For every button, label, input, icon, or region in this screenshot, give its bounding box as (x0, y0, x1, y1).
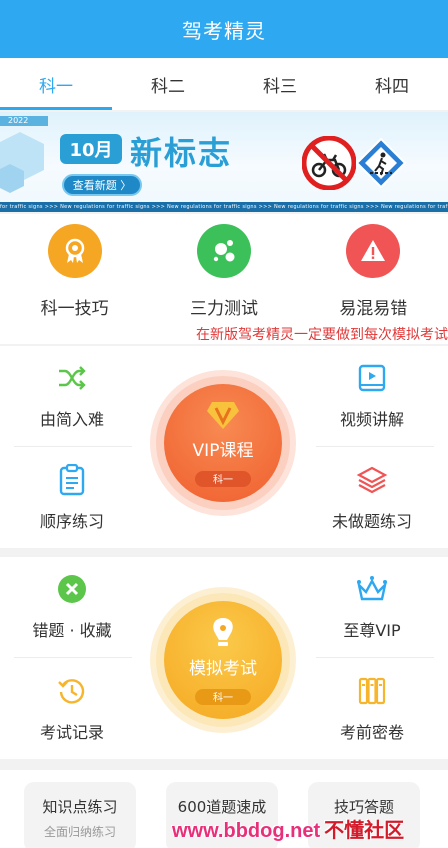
vip-course-subject: 科一 (195, 470, 251, 487)
promo-banner[interactable]: 2022 10月 新标志 查看新题 〉 for traffic signs >>… (0, 112, 448, 212)
supreme-vip-button[interactable]: 至尊VIP (292, 557, 448, 657)
divider (14, 657, 132, 658)
shortcut-confusing-errors[interactable]: 易混易错 (299, 214, 448, 322)
tab-subject-4[interactable]: 科四 (336, 58, 448, 110)
watermark-site: www.bbdog.net (172, 820, 321, 842)
vip-course-disc: VIP课程 科一 (164, 384, 282, 502)
close-circle-icon (56, 573, 88, 605)
bubbles-icon (196, 224, 251, 278)
divider (14, 446, 132, 447)
app-title: 驾考精灵 (0, 0, 448, 58)
announcement-text: 在新版驾考精灵一定要做到每次模拟考试都能过 (196, 327, 448, 343)
mock-exam-subject: 科一 (195, 688, 251, 705)
card-subtitle: 全面归纳练习 (43, 825, 116, 839)
watermark-name: 不懂社区 (324, 820, 405, 842)
pre-exam-papers-button[interactable]: 考前密卷 (292, 659, 448, 759)
cell-label: 至尊VIP (343, 621, 401, 640)
view-new-questions-button[interactable]: 查看新题 〉 (62, 174, 142, 196)
tab-subject-3[interactable]: 科三 (224, 58, 336, 110)
wrong-and-favorites-button[interactable]: 错题 · 收藏 (0, 557, 152, 657)
card-title: 知识点练习 (42, 798, 118, 816)
site-watermark: www.bbdog.net 不懂社区 (172, 814, 404, 843)
shortcut-row: 科一技巧 三力测试 易混易错 (0, 214, 448, 322)
practice-panel: 由简入难 视频讲解 顺序练习 未做题练习 VIP课程 科一 (0, 346, 448, 548)
cell-label: 顺序练习 (39, 512, 104, 531)
tab-subject-1[interactable]: 科一 (0, 58, 112, 110)
layers-icon (356, 464, 388, 496)
shortcut-label: 三力测试 (189, 299, 258, 319)
mock-exam-button[interactable]: 模拟考试 科一 (150, 587, 296, 733)
knowledge-point-card[interactable]: 知识点练习 全面归纳练习 (24, 782, 136, 848)
cell-label: 考试记录 (39, 723, 104, 742)
shortcut-subject1-tips[interactable]: 科一技巧 (0, 214, 149, 322)
easy-to-hard-button[interactable]: 由简入难 (0, 346, 152, 446)
subject-tabs: 科一 科二 科三 科四 (0, 58, 448, 110)
video-explain-button[interactable]: 视频讲解 (292, 346, 448, 446)
shortcut-three-ability-test[interactable]: 三力测试 (149, 214, 298, 322)
video-icon (356, 362, 388, 394)
shortcut-label: 易混易错 (339, 299, 408, 319)
shortcut-label: 科一技巧 (40, 299, 109, 319)
cell-label: 视频讲解 (339, 410, 404, 429)
crown-icon (356, 573, 388, 605)
divider (316, 657, 434, 658)
cell-label: 考前密卷 (339, 723, 404, 742)
pen-nib-icon (213, 617, 233, 646)
mock-exam-disc: 模拟考试 科一 (164, 601, 282, 719)
tab-subject-2[interactable]: 科二 (112, 58, 224, 110)
no-motorcycle-sign-icon (302, 136, 356, 190)
papers-icon (356, 675, 388, 707)
hexagon-decoration-icon (0, 132, 44, 193)
mock-exam-label: 模拟考试 (189, 658, 257, 679)
warning-icon (346, 224, 401, 278)
vip-course-label: VIP课程 (192, 440, 254, 461)
medal-icon (47, 224, 102, 278)
shuffle-icon (56, 362, 88, 394)
announcement-marquee: 在新版驾考精灵一定要做到每次模拟考试都能过 (0, 322, 448, 344)
cell-label: 由简入难 (39, 410, 104, 429)
banner-strip: for traffic signs >>> New regulations fo… (0, 202, 448, 212)
clipboard-icon (56, 464, 88, 496)
banner-title: 新标志 (130, 134, 233, 172)
divider (316, 446, 434, 447)
cell-label: 错题 · 收藏 (32, 621, 112, 640)
vip-gem-icon (207, 401, 239, 429)
unanswered-practice-button[interactable]: 未做题练习 (292, 448, 448, 548)
banner-month-badge: 10月 (60, 134, 122, 164)
exam-history-button[interactable]: 考试记录 (0, 659, 152, 759)
cell-label: 未做题练习 (331, 512, 412, 531)
history-icon (56, 675, 88, 707)
sequential-practice-button[interactable]: 顺序练习 (0, 448, 152, 548)
vip-course-button[interactable]: VIP课程 科一 (150, 370, 296, 516)
exam-panel: 错题 · 收藏 至尊VIP 考试记录 考前密卷 模拟考试 科一 (0, 557, 448, 759)
pedestrian-crossing-sign-icon (356, 138, 406, 188)
